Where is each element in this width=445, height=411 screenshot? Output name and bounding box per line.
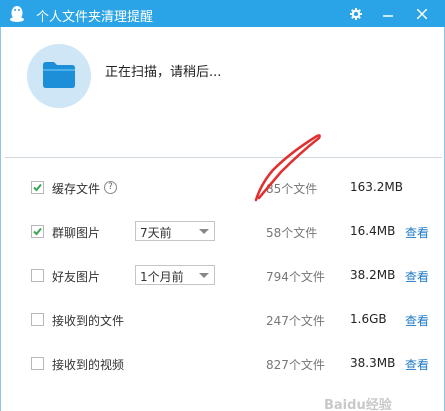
group-images-size: 16.4MB [350, 224, 396, 238]
friend-images-label: 好友图片 [52, 270, 101, 284]
received-files-count: 247个文件 [266, 314, 325, 328]
group-images-age-value: 7天前 [140, 226, 172, 240]
received-files-label: 接收到的文件 [52, 314, 125, 328]
scan-status-text: 正在扫描，请稍后... [105, 65, 222, 80]
row-group-chat-images: 群聊图片 7天前 58个文件 16.4MB 查看 [1, 220, 445, 244]
row-received-videos: 接收到的视频 827个文件 38.3MB 查看 [1, 352, 445, 376]
chevron-down-icon [199, 273, 209, 278]
received-videos-count: 827个文件 [266, 358, 325, 372]
folder-badge [27, 44, 91, 108]
received-videos-checkbox[interactable] [31, 357, 44, 370]
received-files-size: 1.6GB [350, 312, 387, 326]
group-images-age-select[interactable]: 7天前 [135, 221, 215, 241]
group-images-view-link[interactable]: 查看 [405, 224, 429, 241]
cache-files-label: 缓存文件 [52, 182, 101, 196]
close-button[interactable] [407, 0, 437, 27]
header-divider [5, 157, 442, 158]
row-friend-images: 好友图片 1个月前 794个文件 38.2MB 查看 [1, 264, 445, 288]
friend-images-checkbox[interactable] [31, 269, 44, 282]
received-files-view-link[interactable]: 查看 [405, 312, 429, 329]
qq-penguin-icon [8, 4, 26, 23]
friend-images-count: 794个文件 [266, 270, 325, 284]
minimize-button[interactable] [375, 0, 401, 27]
cleanup-window: 正在扫描，请稍后... 缓存文件 ? 85个文件 163.2MB 群聊图片 7天… [0, 27, 445, 411]
help-icon[interactable]: ? [104, 181, 117, 194]
settings-gear-icon[interactable] [345, 0, 367, 27]
friend-images-size: 38.2MB [350, 268, 396, 282]
group-images-label: 群聊图片 [52, 226, 101, 240]
cache-files-size: 163.2MB [350, 180, 403, 194]
title-bar: 个人文件夹清理提醒 [0, 0, 445, 27]
row-cache-files: 缓存文件 ? 85个文件 163.2MB [1, 176, 445, 200]
chevron-down-icon [199, 229, 209, 234]
group-images-count: 58个文件 [266, 226, 318, 240]
received-videos-view-link[interactable]: 查看 [405, 356, 429, 373]
group-images-checkbox[interactable] [31, 225, 44, 238]
cache-files-checkbox[interactable] [31, 181, 44, 194]
row-received-files: 接收到的文件 247个文件 1.6GB 查看 [1, 308, 445, 332]
red-annotation-stroke [254, 134, 321, 202]
friend-images-age-value: 1个月前 [140, 270, 184, 284]
friend-images-age-select[interactable]: 1个月前 [135, 265, 215, 285]
received-videos-label: 接收到的视频 [52, 358, 125, 372]
folder-icon [43, 62, 75, 88]
received-videos-size: 38.3MB [350, 356, 396, 370]
watermark: Baidu经验 [324, 398, 392, 411]
friend-images-view-link[interactable]: 查看 [405, 268, 429, 285]
received-files-checkbox[interactable] [31, 313, 44, 326]
window-title: 个人文件夹清理提醒 [36, 10, 154, 25]
